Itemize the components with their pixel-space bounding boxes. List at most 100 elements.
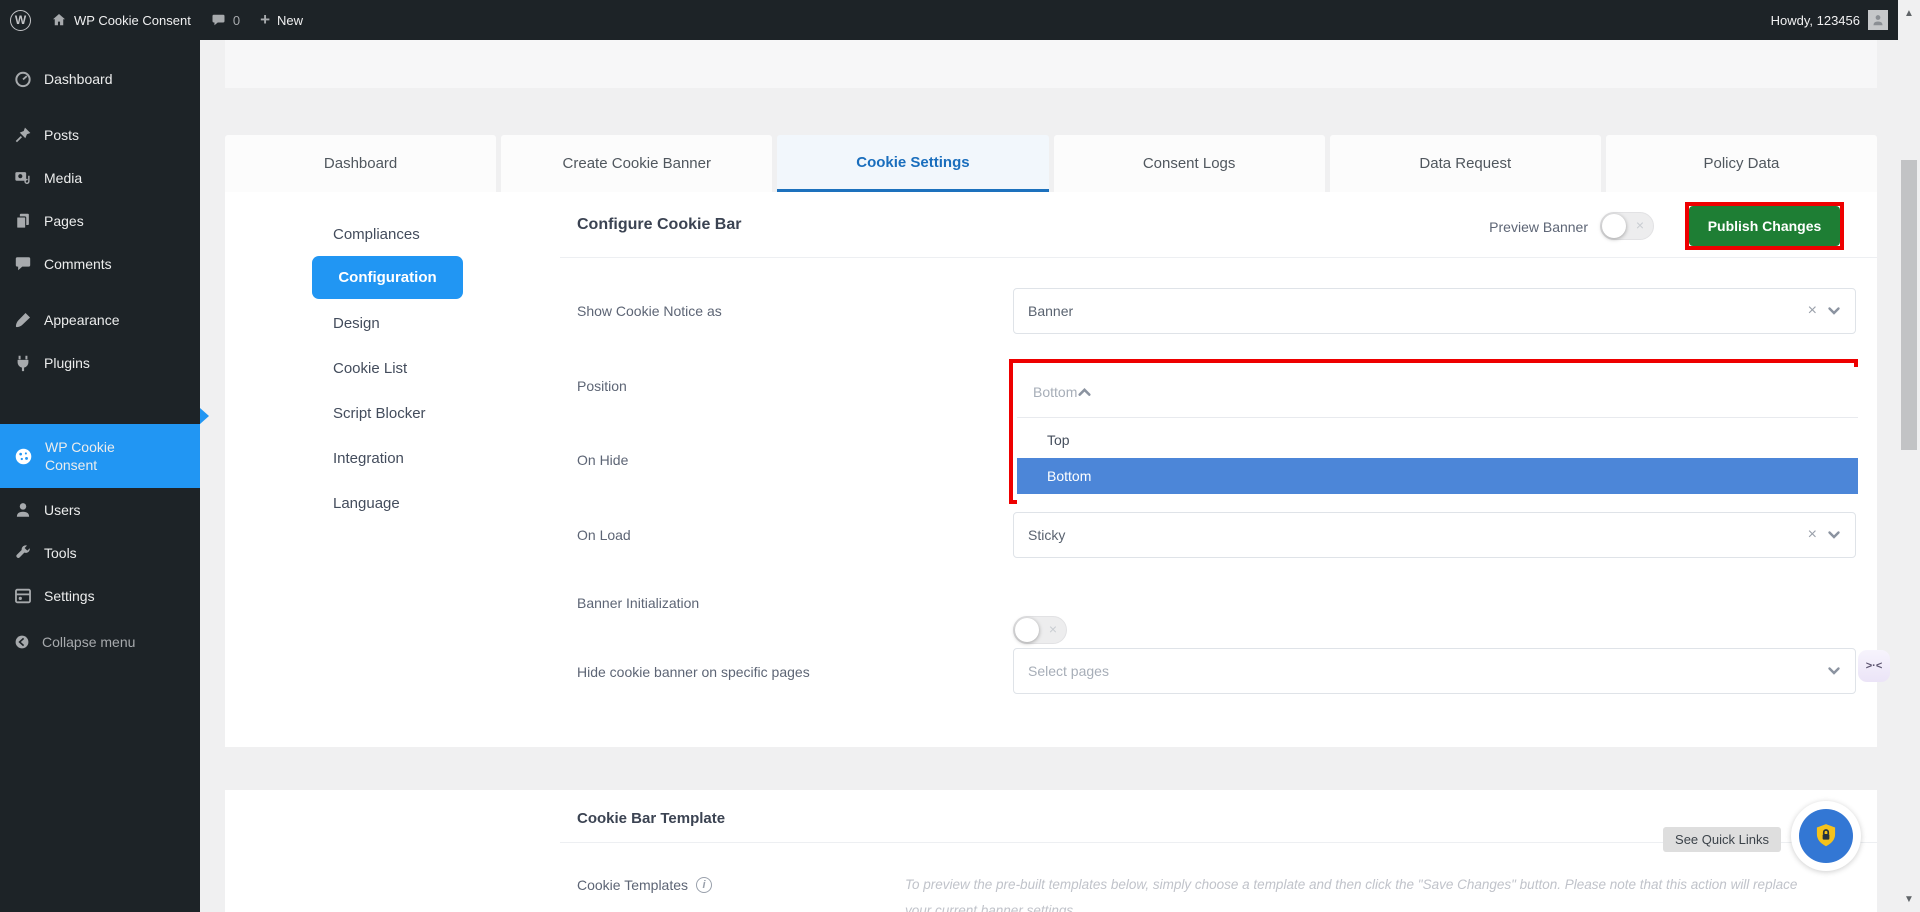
- template-section-title: Cookie Bar Template: [577, 810, 725, 827]
- position-dropdown: Bottom Top Bottom: [1017, 367, 1858, 504]
- wordpress-admin-screen: W WP Cookie Consent 0 + New Howdy, 12345…: [0, 0, 1920, 912]
- clear-icon[interactable]: ×: [1808, 302, 1817, 320]
- template-note-line1: To preview the pre-built templates below…: [905, 877, 1840, 892]
- sidebar-label: Pages: [44, 213, 84, 229]
- dashboard-gauge-icon: [14, 70, 32, 88]
- banner-initialization-toggle[interactable]: ×: [1013, 616, 1067, 644]
- sidebar-label: Users: [44, 502, 81, 518]
- toggle-off-icon: ×: [1049, 621, 1057, 637]
- subnav-item-configuration[interactable]: Configuration: [312, 256, 463, 299]
- subnav-item-integration[interactable]: Integration: [333, 446, 404, 470]
- tab-policy-data[interactable]: Policy Data: [1606, 135, 1877, 192]
- top-notice-strip: [225, 40, 1877, 88]
- scrollbar: ▲ ▼: [1898, 0, 1920, 912]
- subnav-item-cookie-list[interactable]: Cookie List: [333, 356, 407, 380]
- position-option-bottom[interactable]: Bottom: [1017, 458, 1858, 494]
- hide-on-pages-placeholder: Select pages: [1028, 663, 1827, 679]
- comments-count: 0: [233, 13, 240, 28]
- sidebar-item-media[interactable]: Media: [0, 156, 200, 199]
- chevron-down-icon: [1827, 304, 1841, 318]
- info-icon[interactable]: i: [696, 877, 712, 893]
- cookie-templates-label: Cookie Templates: [577, 877, 688, 893]
- sidebar-label: Posts: [44, 127, 79, 143]
- avatar[interactable]: [1868, 10, 1888, 30]
- tab-create-cookie-banner[interactable]: Create Cookie Banner: [501, 135, 772, 192]
- site-link[interactable]: WP Cookie Consent: [41, 0, 201, 40]
- toggle-knob: [1015, 618, 1039, 642]
- hide-on-pages-label: Hide cookie banner on specific pages: [577, 664, 810, 680]
- on-load-select[interactable]: Sticky ×: [1013, 512, 1856, 558]
- notice-as-select[interactable]: Banner ×: [1013, 288, 1856, 334]
- plugin-tabs: Dashboard Create Cookie Banner Cookie Se…: [225, 135, 1877, 192]
- collapse-arrow-icon: [14, 634, 30, 650]
- settings-icon: [14, 587, 32, 605]
- sidebar-item-dashboard[interactable]: Dashboard: [0, 57, 200, 100]
- sidebar-item-comments[interactable]: Comments: [0, 242, 200, 285]
- quick-links-fab-circle: [1799, 809, 1853, 863]
- sidebar-item-tools[interactable]: Tools: [0, 531, 200, 574]
- sidebar-item-users[interactable]: Users: [0, 488, 200, 531]
- position-select-field[interactable]: Bottom: [1017, 367, 1858, 418]
- position-placeholder: Bottom: [1033, 384, 1077, 400]
- howdy-greeting[interactable]: Howdy, 123456: [1771, 13, 1860, 28]
- quick-links-fab[interactable]: [1791, 801, 1861, 871]
- notice-as-value: Banner: [1028, 303, 1808, 319]
- preview-banner-toggle[interactable]: ×: [1600, 212, 1654, 240]
- see-quick-links-button[interactable]: See Quick Links: [1663, 827, 1781, 852]
- tab-data-request[interactable]: Data Request: [1330, 135, 1601, 192]
- sidebar-item-collapse-menu[interactable]: Collapse menu: [0, 620, 200, 663]
- scroll-down-arrow[interactable]: ▼: [1898, 894, 1920, 905]
- panel-title: Configure Cookie Bar: [577, 216, 741, 234]
- admin-sidebar: Dashboard Posts Media Pages Comments App…: [0, 40, 200, 912]
- header-divider: [560, 257, 1877, 258]
- position-annotation-box: Bottom Top Bottom: [1009, 359, 1858, 504]
- plugins-plug-icon: [14, 354, 32, 372]
- plus-icon: +: [260, 10, 270, 30]
- chevron-down-icon: [1827, 664, 1841, 678]
- sidebar-item-pages[interactable]: Pages: [0, 199, 200, 242]
- position-option-top[interactable]: Top: [1017, 422, 1858, 458]
- publish-changes-button[interactable]: Publish Changes: [1689, 206, 1840, 246]
- wordpress-menu[interactable]: W: [0, 0, 41, 40]
- pages-icon: [14, 212, 32, 230]
- appearance-brush-icon: [14, 311, 32, 329]
- tab-consent-logs[interactable]: Consent Logs: [1054, 135, 1325, 192]
- tools-wrench-icon: [14, 544, 32, 562]
- home-icon: [51, 12, 67, 28]
- position-label: Position: [577, 378, 627, 394]
- sidebar-label: WP Cookie Consent: [45, 438, 149, 474]
- chevron-down-icon: [1827, 528, 1841, 542]
- new-label: New: [277, 13, 303, 28]
- sidebar-item-plugins[interactable]: Plugins: [0, 341, 200, 384]
- clear-icon[interactable]: ×: [1808, 526, 1817, 544]
- scrollbar-thumb[interactable]: [1901, 160, 1917, 450]
- comments-icon: [14, 255, 32, 273]
- media-camera-icon: [14, 169, 32, 187]
- panel-collapse-widget-icon[interactable]: >·<: [1858, 650, 1890, 682]
- sidebar-item-wp-cookie-consent[interactable]: WP Cookie Consent: [0, 424, 200, 488]
- sidebar-label: Media: [44, 170, 82, 186]
- site-name: WP Cookie Consent: [74, 13, 191, 28]
- pushpin-icon: [14, 126, 32, 144]
- cookie-icon: [14, 447, 33, 466]
- subnav-item-language[interactable]: Language: [333, 491, 400, 515]
- tab-dashboard[interactable]: Dashboard: [225, 135, 496, 192]
- subnav-item-script-blocker[interactable]: Script Blocker: [333, 401, 426, 425]
- comments-link[interactable]: 0: [201, 0, 250, 40]
- sidebar-label: Dashboard: [44, 71, 113, 87]
- sidebar-item-appearance[interactable]: Appearance: [0, 298, 200, 341]
- on-hide-label: On Hide: [577, 452, 628, 468]
- sidebar-item-settings[interactable]: Settings: [0, 574, 200, 617]
- tab-cookie-settings[interactable]: Cookie Settings: [777, 135, 1048, 192]
- toggle-knob: [1602, 214, 1626, 238]
- hide-on-pages-select[interactable]: Select pages: [1013, 648, 1856, 694]
- template-card: [225, 790, 1877, 912]
- sidebar-item-posts[interactable]: Posts: [0, 113, 200, 156]
- banner-initialization-label: Banner Initialization: [577, 595, 699, 611]
- subnav-item-compliances[interactable]: Compliances: [333, 222, 420, 246]
- scroll-up-arrow[interactable]: ▲: [1898, 8, 1920, 19]
- on-load-label: On Load: [577, 527, 631, 543]
- new-content-link[interactable]: + New: [250, 0, 313, 40]
- sidebar-label: Plugins: [44, 355, 90, 371]
- subnav-item-design[interactable]: Design: [333, 311, 380, 335]
